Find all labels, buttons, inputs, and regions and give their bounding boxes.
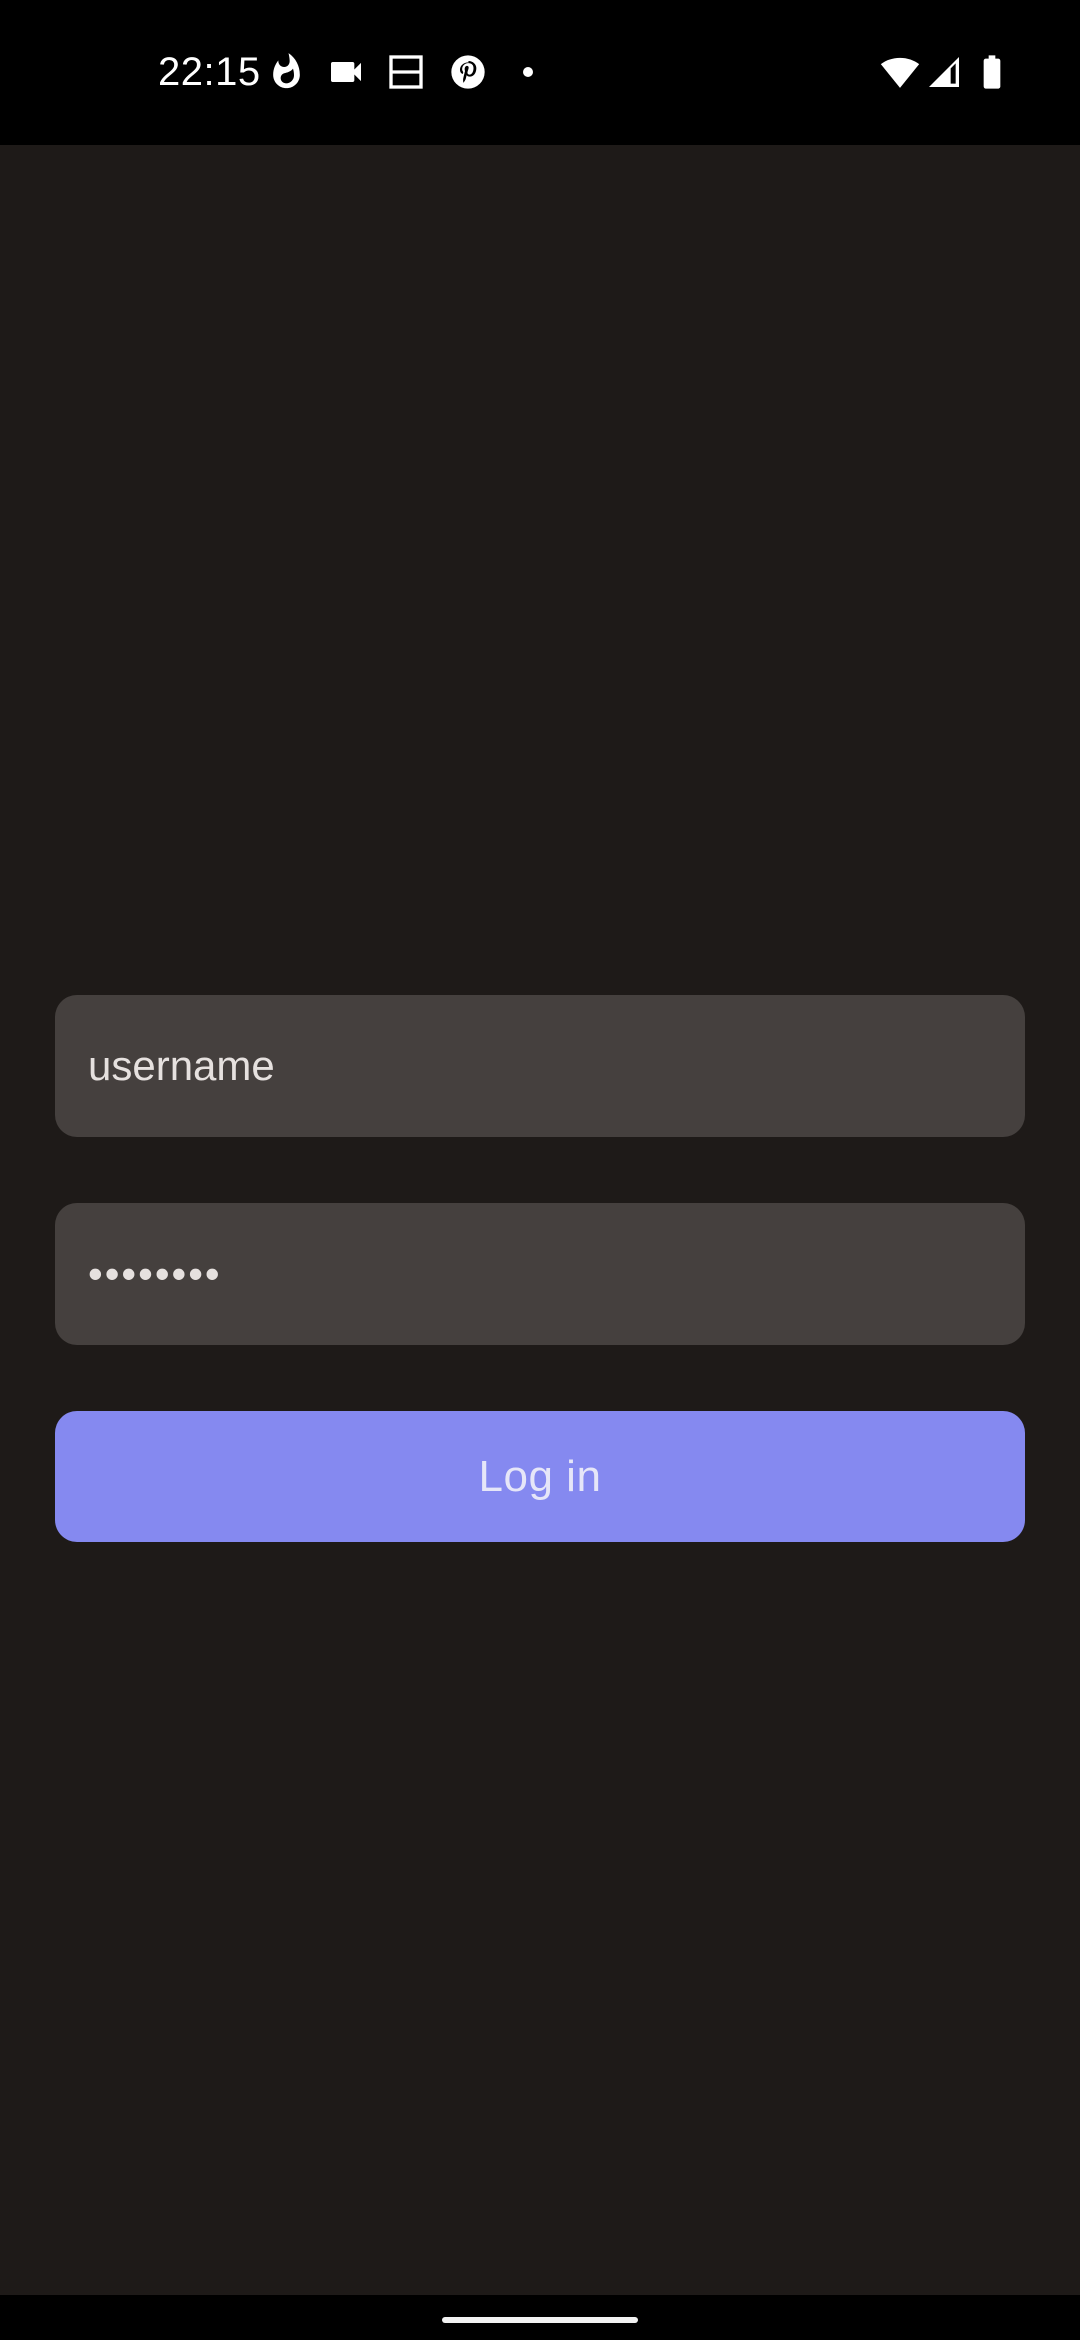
username-field[interactable]: username [55,995,1025,1137]
status-bar: 22:15 [0,0,1080,145]
username-field-value: username [88,1042,275,1089]
home-gesture-handle[interactable] [442,2317,638,2323]
password-field[interactable]: •••••••• [55,1203,1025,1345]
login-button-label: Log in [478,1451,602,1501]
wifi-icon [880,52,920,92]
password-field-value: •••••••• [88,1250,222,1297]
notification-dot-icon [508,52,548,92]
login-button[interactable]: Log in [55,1411,1025,1542]
pinterest-icon [448,52,488,92]
split-screen-icon [386,52,426,92]
cell-signal-icon [924,52,964,92]
status-time: 22:15 [158,50,261,94]
battery-icon [972,52,1012,92]
video-camera-icon [326,52,366,92]
flame-icon [266,52,306,92]
